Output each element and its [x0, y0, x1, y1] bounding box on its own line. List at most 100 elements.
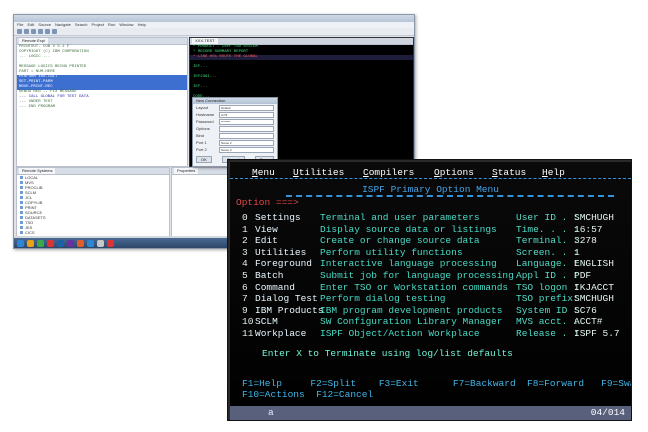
- menubar-divider: [230, 178, 631, 179]
- taskbar-app-icon[interactable]: [47, 239, 54, 247]
- taskbar-app-icon[interactable]: [27, 239, 34, 247]
- option-number[interactable]: 0: [242, 212, 248, 223]
- dialog-ok-button[interactable]: OK: [196, 156, 212, 163]
- ispf-menu-help[interactable]: Help: [542, 167, 565, 178]
- session-info-value: SMCHUGH: [574, 212, 614, 223]
- option-number[interactable]: 11: [242, 328, 253, 339]
- ide-menu-help[interactable]: Help: [138, 22, 146, 28]
- connection-dialog: New Connection Layout Default Hostname sc76…: [192, 97, 278, 167]
- tree-tab[interactable]: Remote Systems: [19, 168, 56, 174]
- taskbar-app-icon[interactable]: [107, 239, 114, 247]
- taskbar-app-icon[interactable]: [87, 239, 94, 247]
- dialog-field-input[interactable]: sc76: [219, 111, 274, 118]
- dialog-field-label: Password: [196, 119, 214, 124]
- dialog-field-row: Port 1 Name 2: [193, 139, 277, 146]
- taskbar-app-icon[interactable]: [17, 239, 24, 247]
- ide-menu-navigate[interactable]: Navigate: [55, 22, 71, 28]
- taskbar-app-icon[interactable]: [97, 239, 104, 247]
- remote-systems-panel[interactable]: Remote Systems LOCAL MVS PROCLIB SCLM JCL COP…: [16, 167, 170, 239]
- option-name[interactable]: View: [255, 224, 278, 235]
- ide-menu-search[interactable]: Search: [75, 22, 88, 28]
- taskbar-app-icon[interactable]: [57, 239, 64, 247]
- cursor-position: 04/014: [590, 407, 625, 418]
- option-description: Display source data or listings: [320, 223, 497, 235]
- option-number[interactable]: 3: [242, 247, 248, 258]
- option-number[interactable]: 7: [242, 293, 248, 304]
- dialog-field-input[interactable]: Name 3: [219, 146, 274, 153]
- session-info-value: SMCHUGH: [574, 293, 614, 305]
- dialog-field-input[interactable]: ********: [219, 118, 274, 125]
- ispf-menu-menu[interactable]: Menu: [252, 167, 275, 178]
- dialog-field-input[interactable]: Default: [219, 104, 274, 111]
- dialog-field-row: Password ********: [193, 118, 277, 125]
- pf-keys-row-1[interactable]: F1=Help F2=Split F3=Exit F7=Backward F8=…: [242, 378, 631, 389]
- dialog-field-input[interactable]: Name 2: [219, 139, 274, 146]
- session-info-value: 1: [574, 246, 580, 258]
- toolbar-new-icon[interactable]: [17, 29, 22, 34]
- session-info-label: TSO prefix:: [516, 293, 579, 305]
- dialog-field-input[interactable]: [219, 125, 274, 132]
- option-name[interactable]: Command: [255, 282, 295, 293]
- option-number[interactable]: 6: [242, 282, 248, 293]
- toolbar-save-icon[interactable]: [24, 29, 29, 34]
- option-description: IBM program development products: [320, 304, 503, 316]
- code-line[interactable]: --- END PROGRAM: [17, 105, 187, 110]
- option-name[interactable]: Edit: [255, 235, 278, 246]
- ispf-menu-utilities[interactable]: Utilities: [293, 167, 344, 178]
- editor-tab[interactable]: Remote Expl: [19, 38, 48, 44]
- option-name[interactable]: Dialog Test: [255, 293, 318, 304]
- toolbar-run-icon[interactable]: [45, 29, 50, 34]
- dialog-field-label: Layout: [196, 105, 209, 110]
- dialog-field-input[interactable]: [219, 132, 274, 139]
- dialog-field-label: Hostname: [196, 112, 215, 117]
- code-editor[interactable]: Remote Expl PRINTOUT. COB V 5.1 F COPYRIG…: [16, 37, 188, 167]
- session-info-value: ACCT#: [574, 316, 603, 328]
- option-number[interactable]: 2: [242, 235, 248, 246]
- option-name[interactable]: Settings: [255, 212, 301, 223]
- ispf-menu-options[interactable]: Options: [434, 167, 474, 178]
- dialog-field-row: Hostname sc76: [193, 111, 277, 118]
- taskbar-app-icon[interactable]: [37, 239, 44, 247]
- option-description: Create or change source data: [320, 235, 480, 247]
- session-info-label: Language. :: [516, 258, 579, 270]
- option-number[interactable]: 9: [242, 305, 248, 316]
- option-name[interactable]: Workplace: [255, 328, 306, 339]
- option-input-field[interactable]: [286, 195, 614, 197]
- session-info-value: 16:57: [574, 223, 603, 235]
- option-number[interactable]: 4: [242, 258, 248, 269]
- console-tab[interactable]: XXX-TEST: [192, 38, 218, 44]
- session-info-label: User ID . :: [516, 212, 579, 223]
- ide-menu-source[interactable]: Source: [38, 22, 51, 28]
- pf-keys-row-2[interactable]: F10=Actions F12=Cancel: [242, 389, 373, 400]
- toolbar-print-icon[interactable]: [31, 29, 36, 34]
- toolbar-search-icon[interactable]: [52, 29, 57, 34]
- session-info-value: IKJACCT: [574, 281, 614, 293]
- option-name[interactable]: SCLM: [255, 316, 278, 327]
- ide-menu-file[interactable]: File: [17, 22, 23, 28]
- taskbar-app-icon[interactable]: [67, 239, 74, 247]
- option-name[interactable]: Batch: [255, 270, 284, 281]
- toolbar-debug-icon[interactable]: [38, 29, 43, 34]
- props-tab[interactable]: Properties: [174, 168, 199, 174]
- ide-menu-edit[interactable]: Edit: [27, 22, 34, 28]
- option-description: Interactive language processing: [320, 258, 497, 270]
- dialog-field-row: Bind: [193, 132, 277, 139]
- ispf-terminal[interactable]: Menu Utilities Compilers Options Status …: [228, 160, 631, 420]
- tree-items: LOCAL MVS PROCLIB SCLM JCL COPYLIB PRINT SOURCE…: [17, 175, 169, 238]
- ide-menu-project[interactable]: Project: [92, 22, 104, 28]
- option-number[interactable]: 1: [242, 224, 248, 235]
- option-name[interactable]: IBM Products: [255, 305, 323, 316]
- ide-toolbar: [14, 28, 414, 36]
- option-number[interactable]: 10: [242, 316, 253, 327]
- option-name[interactable]: Utilities: [255, 247, 306, 258]
- ispf-menu-compilers[interactable]: Compilers: [363, 167, 414, 178]
- ispf-menu-status[interactable]: Status: [492, 167, 526, 178]
- session-info-label: System ID :: [516, 304, 579, 316]
- ide-menu-window[interactable]: Window: [119, 22, 133, 28]
- option-name[interactable]: Foreground: [255, 258, 312, 269]
- ide-menu-run[interactable]: Run: [108, 22, 115, 28]
- taskbar-app-icon[interactable]: [77, 239, 84, 247]
- session-info-value: PDF: [574, 270, 592, 281]
- dialog-field-label: Options: [196, 126, 210, 131]
- option-number[interactable]: 5: [242, 270, 248, 281]
